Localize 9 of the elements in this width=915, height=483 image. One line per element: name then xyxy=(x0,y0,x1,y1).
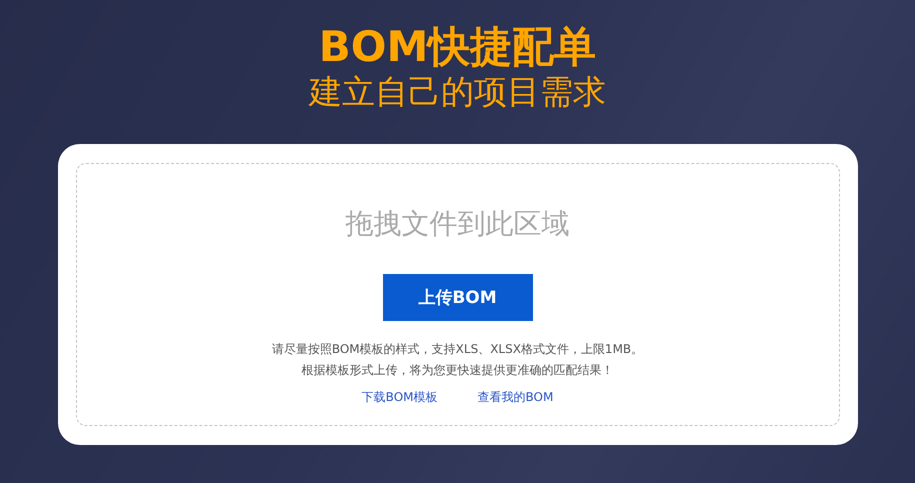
drop-hint: 拖拽文件到此区域 xyxy=(346,206,570,242)
drop-zone[interactable]: 拖拽文件到此区域 上传BOM 请尽量按照BOM模板的样式，支持XLS、XLSX格式文件，上限1MB。 根据模板形式上传，将为您更快速提供更准确的匹配结果！ 下载BOM模板 查看我的BOM xyxy=(76,163,840,426)
bom-link[interactable]: 下载BOM模板 xyxy=(362,389,438,406)
bom-link[interactable]: 查看我的BOM xyxy=(478,389,554,406)
page-subtitle: 建立自己的项目需求 xyxy=(309,72,606,112)
upload-note: 根据模板形式上传，将为您更快速提供更准确的匹配结果！ xyxy=(302,362,614,379)
page-title: BOM快捷配单 xyxy=(318,22,596,72)
upload-note: 请尽量按照BOM模板的样式，支持XLS、XLSX格式文件，上限1MB。 xyxy=(272,341,644,358)
upload-button[interactable]: 上传BOM xyxy=(382,274,532,321)
